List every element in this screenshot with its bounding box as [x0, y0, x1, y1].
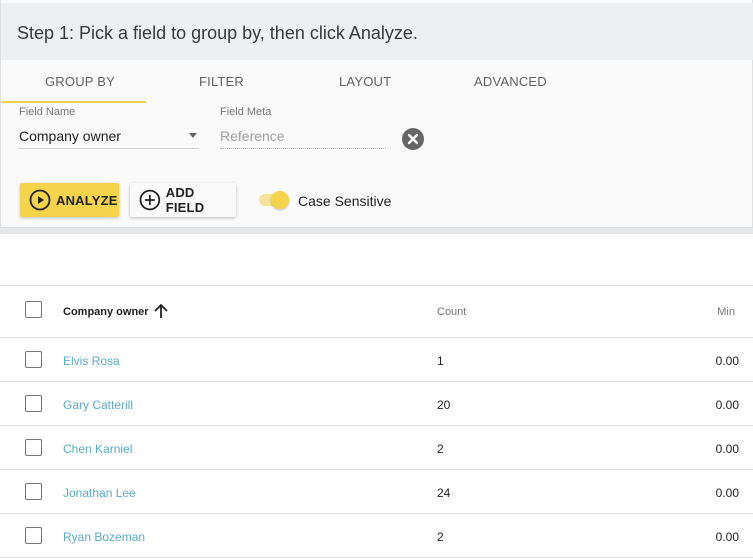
- case-sensitive-label: Case Sensitive: [298, 193, 392, 209]
- owner-link[interactable]: Jonathan Lee: [63, 486, 136, 500]
- min-cell: 0.00: [715, 530, 739, 544]
- field-name-label: Field Name: [19, 106, 76, 118]
- field-meta-input[interactable]: [220, 124, 386, 149]
- count-cell: 1: [437, 354, 444, 368]
- tab-layout[interactable]: LAYOUT: [339, 74, 391, 89]
- add-field-label: ADD FIELD: [165, 185, 205, 215]
- select-all-checkbox[interactable]: [25, 301, 42, 318]
- close-icon: [407, 133, 419, 145]
- active-tab-indicator: [1, 101, 146, 103]
- results-panel: Company owner Count Min Elvis Rosa 1 0.0…: [0, 233, 753, 558]
- tab-advanced[interactable]: ADVANCED: [474, 74, 547, 89]
- count-cell: 2: [437, 442, 444, 456]
- min-cell: 0.00: [715, 486, 739, 500]
- row-checkbox[interactable]: [25, 483, 42, 500]
- owner-link[interactable]: Gary Catterill: [63, 398, 133, 412]
- table-row: Ryan Bozeman 2 0.00: [0, 514, 753, 558]
- add-circle-icon: [139, 189, 161, 211]
- owner-link[interactable]: Chen Karniel: [63, 442, 132, 456]
- tab-group-by[interactable]: GROUP BY: [45, 74, 115, 89]
- column-header-count[interactable]: Count: [437, 306, 466, 318]
- analysis-config-panel: Step 1: Pick a field to group by, then c…: [0, 0, 753, 228]
- column-header-company-owner[interactable]: Company owner: [63, 306, 149, 318]
- play-circle-icon: [29, 189, 51, 211]
- case-sensitive-toggle[interactable]: [259, 191, 291, 209]
- row-checkbox[interactable]: [25, 439, 42, 456]
- min-cell: 0.00: [715, 398, 739, 412]
- table-row: Jonathan Lee 24 0.00: [0, 470, 753, 514]
- table-row: Gary Catterill 20 0.00: [0, 382, 753, 426]
- sort-ascending-icon[interactable]: [153, 302, 169, 320]
- toggle-thumb: [271, 191, 289, 209]
- owner-link[interactable]: Ryan Bozeman: [63, 530, 145, 544]
- owner-link[interactable]: Elvis Rosa: [63, 354, 120, 368]
- table-row: Chen Karniel 2 0.00: [0, 426, 753, 470]
- analyze-label: ANALYZE: [56, 192, 118, 208]
- table-row: Elvis Rosa 1 0.00: [0, 338, 753, 382]
- add-field-button[interactable]: ADD FIELD: [130, 183, 236, 217]
- dropdown-caret-icon: [189, 133, 197, 138]
- analyze-button[interactable]: ANALYZE: [20, 183, 119, 217]
- column-header-min[interactable]: Min: [717, 306, 735, 318]
- row-checkbox[interactable]: [25, 527, 42, 544]
- step-title: Step 1: Pick a field to group by, then c…: [17, 23, 418, 43]
- count-cell: 20: [437, 398, 451, 412]
- row-checkbox[interactable]: [25, 351, 42, 368]
- field-name-value: Company owner: [19, 128, 121, 144]
- table-header: Company owner Count Min: [0, 286, 753, 338]
- row-checkbox[interactable]: [25, 395, 42, 412]
- tab-filter[interactable]: FILTER: [199, 74, 244, 89]
- count-cell: 24: [437, 486, 451, 500]
- step-header: Step 1: Pick a field to group by, then c…: [1, 3, 753, 60]
- results-toolbar: [0, 234, 753, 286]
- field-name-select[interactable]: Company owner: [18, 122, 199, 149]
- remove-field-button[interactable]: [402, 128, 424, 150]
- tab-bar: GROUP BY FILTER LAYOUT ADVANCED: [1, 60, 753, 102]
- min-cell: 0.00: [715, 354, 739, 368]
- min-cell: 0.00: [715, 442, 739, 456]
- count-cell: 2: [437, 530, 444, 544]
- field-meta-label: Field Meta: [220, 106, 272, 118]
